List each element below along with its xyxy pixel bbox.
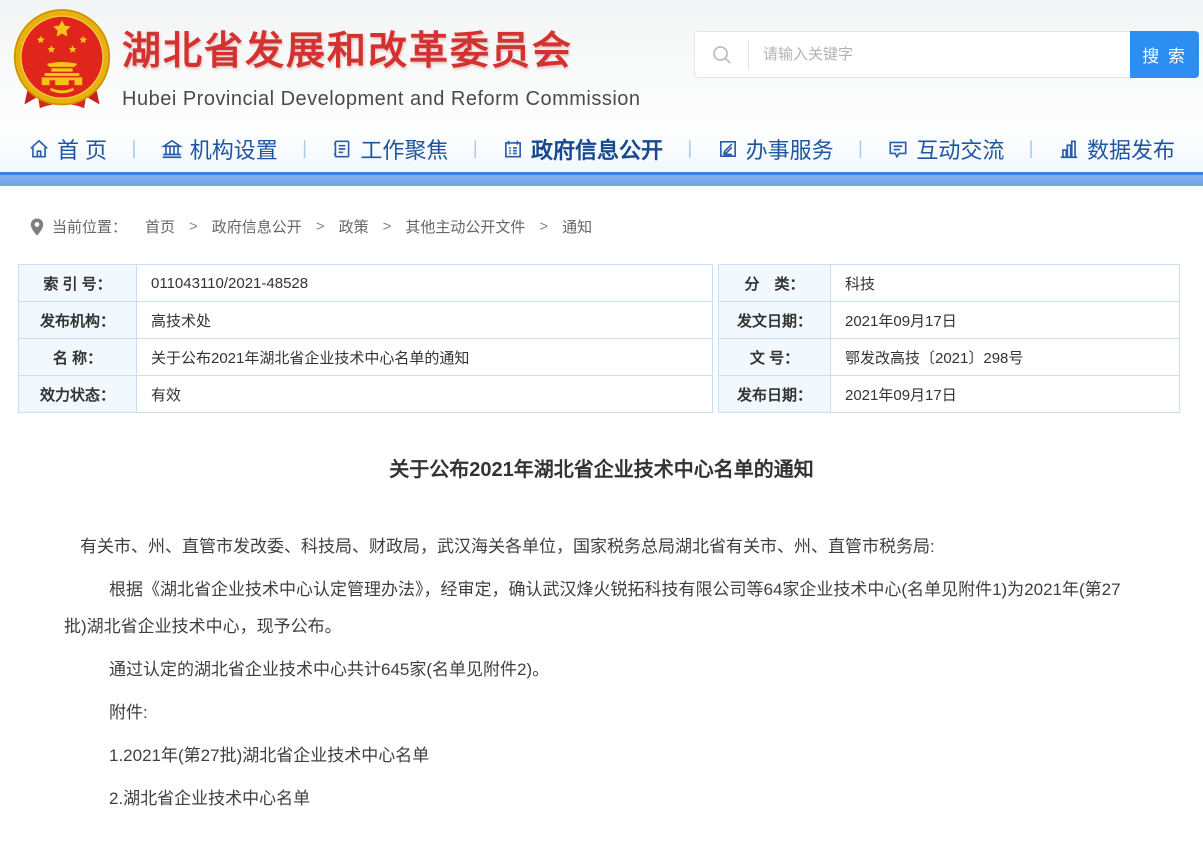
breadcrumb-separator: > [316,218,325,235]
meta-label-category: 分 类： [719,265,831,302]
nav-label: 机构设置 [190,133,278,165]
nav-item-government-info[interactable]: 政府信息公开 [502,133,663,165]
meta-label-document-number: 文 号： [719,339,831,376]
breadcrumb-separator: > [539,218,548,235]
site-header: 湖北省发展和改革委员会 Hubei Provincial Development… [0,0,1203,125]
attachment-link-2[interactable]: 2.湖北省企业技术中心名单 [64,780,1139,817]
breadcrumb-notice[interactable]: 通知 [562,216,592,237]
site-title: 湖北省发展和改革委员会 [122,20,641,76]
breadcrumb-government-info[interactable]: 政府信息公开 [212,216,302,237]
site-title-block: 湖北省发展和改革委员会 Hubei Provincial Development… [122,20,641,111]
location-pin-icon [30,218,44,236]
breadcrumb-other-documents[interactable]: 其他主动公开文件 [405,216,525,237]
nav-item-organization[interactable]: 机构设置 [161,133,278,165]
nav-divider: | [858,138,863,159]
search-button[interactable]: 搜 索 [1130,31,1199,78]
breadcrumb-separator: > [189,218,198,235]
attachment-link-1[interactable]: 1.2021年(第27批)湖北省企业技术中心名单 [64,737,1139,774]
meta-label-validity: 效力状态： [19,376,137,413]
institution-icon [161,138,183,160]
nav-label: 数据发布 [1087,133,1175,165]
main-nav: 首 页 | 机构设置 | 工作聚焦 | 政府信息公开 | 办事服务 | 互动交流… [0,125,1203,172]
search-input[interactable] [749,46,1130,63]
interaction-icon [887,138,909,160]
nav-accent-strip [0,175,1203,186]
breadcrumb-policy[interactable]: 政策 [339,216,369,237]
breadcrumb: 当前位置： 首页 > 政府信息公开 > 政策 > 其他主动公开文件 > 通知 [30,216,1203,237]
meta-label-issue-date: 发文日期： [719,302,831,339]
meta-value-category: 科技 [831,265,1180,302]
nav-divider: | [132,138,137,159]
meta-value-issue-date: 2021年09月17日 [831,302,1180,339]
article-paragraph-announcement: 根据《湖北省企业技术中心认定管理办法》，经审定，确认武汉烽火锐拓科技有限公司等6… [64,571,1139,645]
meta-label-index-number: 索 引 号： [19,265,137,302]
nav-divider: | [688,138,693,159]
article-body: 有关市、州、直管市发改委、科技局、财政局，武汉海关各单位，国家税务总局湖北省有关… [0,482,1203,817]
meta-label-issuing-agency: 发布机构： [19,302,137,339]
site-subtitle: Hubei Provincial Development and Reform … [122,88,641,111]
table-row: 索 引 号： 011043110/2021-48528 [19,265,713,302]
nav-item-data-release[interactable]: 数据发布 [1058,133,1175,165]
table-row: 效力状态： 有效 [19,376,713,413]
article-paragraph-addressees: 有关市、州、直管市发改委、科技局、财政局，武汉海关各单位，国家税务总局湖北省有关… [64,528,1139,565]
meta-value-issuing-agency: 高技术处 [137,302,713,339]
nav-item-services[interactable]: 办事服务 [717,133,834,165]
search-icon [695,40,749,70]
table-row: 分 类： 科技 [719,265,1180,302]
meta-label-publish-date: 发布日期： [719,376,831,413]
nav-item-interaction[interactable]: 互动交流 [887,133,1004,165]
meta-table-left: 索 引 号： 011043110/2021-48528 发布机构： 高技术处 名… [18,264,713,413]
search-bar: 搜 索 [694,31,1199,78]
meta-value-publish-date: 2021年09月17日 [831,376,1180,413]
table-row: 发布日期： 2021年09月17日 [719,376,1180,413]
home-icon [28,138,50,160]
table-row: 发布机构： 高技术处 [19,302,713,339]
service-icon [717,138,739,160]
breadcrumb-prefix: 当前位置： [52,216,127,237]
article-attachments-heading: 附件: [64,694,1139,731]
work-focus-icon [331,138,353,160]
table-row: 名 称： 关于公布2021年湖北省企业技术中心名单的通知 [19,339,713,376]
nav-label: 政府信息公开 [531,133,663,165]
article-paragraph-total: 通过认定的湖北省企业技术中心共计645家(名单见附件2)。 [64,651,1139,688]
meta-value-title: 关于公布2021年湖北省企业技术中心名单的通知 [137,339,713,376]
meta-label-title: 名 称： [19,339,137,376]
document-meta-table: 索 引 号： 011043110/2021-48528 发布机构： 高技术处 名… [18,264,1180,413]
table-row: 发文日期： 2021年09月17日 [719,302,1180,339]
data-release-icon [1058,138,1080,160]
nav-divider: | [302,138,307,159]
meta-value-document-number: 鄂发改高技〔2021〕298号 [831,339,1180,376]
meta-value-index-number: 011043110/2021-48528 [137,265,713,302]
national-emblem-logo [9,7,115,117]
search-input-wrap [694,31,1130,78]
breadcrumb-separator: > [383,218,392,235]
meta-value-validity: 有效 [137,376,713,413]
nav-label: 互动交流 [916,133,1004,165]
nav-item-work-focus[interactable]: 工作聚焦 [331,133,448,165]
breadcrumb-home[interactable]: 首页 [145,216,175,237]
nav-label: 办事服务 [746,133,834,165]
article-title: 关于公布2021年湖北省企业技术中心名单的通知 [0,453,1203,482]
nav-divider: | [473,138,478,159]
meta-table-right: 分 类： 科技 发文日期： 2021年09月17日 文 号： 鄂发改高技〔202… [718,264,1180,413]
nav-label: 工作聚焦 [360,133,448,165]
nav-item-home[interactable]: 首 页 [28,133,107,165]
nav-label: 首 页 [57,133,107,165]
table-row: 文 号： 鄂发改高技〔2021〕298号 [719,339,1180,376]
nav-divider: | [1029,138,1034,159]
info-disclosure-icon [502,138,524,160]
